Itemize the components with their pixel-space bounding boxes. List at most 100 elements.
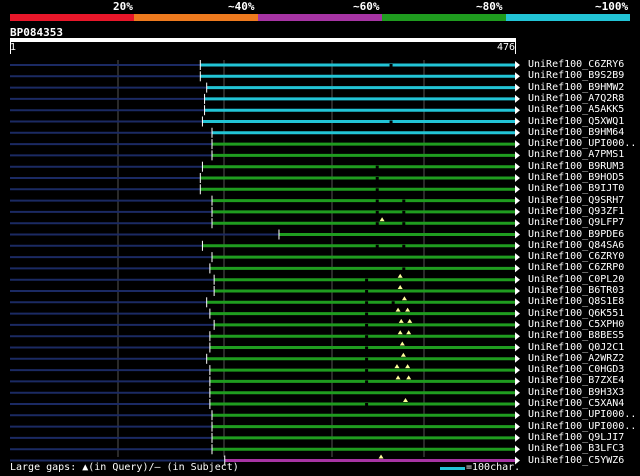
subject-gap-mark xyxy=(365,346,369,350)
hit-label[interactable]: UniRef100_A7Q2R8 xyxy=(528,93,624,104)
hit-end-arrow xyxy=(515,388,520,397)
subject-gap-mark xyxy=(391,301,395,305)
hit-end-arrow xyxy=(515,219,520,228)
hit-label[interactable]: UniRef100_Q9LJI7 xyxy=(528,432,624,443)
hit-label[interactable]: UniRef100_B9PDE6 xyxy=(528,229,624,240)
hit-label[interactable]: UniRef100_B9H3X3 xyxy=(528,387,624,398)
hit-label[interactable]: UniRef100_C6ZRY0 xyxy=(528,251,624,262)
hit-end-arrow xyxy=(515,366,520,375)
hit-label[interactable]: UniRef100_B7ZXE4 xyxy=(528,375,624,386)
hit-label[interactable]: UniRef100_C0HGD3 xyxy=(528,364,624,375)
hit-label[interactable]: UniRef100_C6ZRY6 xyxy=(528,59,624,70)
query-gap-triangle xyxy=(397,285,403,289)
hit-label[interactable]: UniRef100_B9HM64 xyxy=(528,127,624,138)
hit-label[interactable]: UniRef100_C6ZRP0 xyxy=(528,262,624,273)
subject-gap-mark xyxy=(365,357,369,361)
hit-label[interactable]: UniRef100_C0PL20 xyxy=(528,274,624,285)
subject-gap-mark xyxy=(402,222,406,226)
subject-gap-mark xyxy=(365,312,369,316)
hit-end-arrow xyxy=(515,106,520,115)
hit-end-arrow xyxy=(515,309,520,318)
hit-end-arrow xyxy=(515,117,520,126)
hit-end-arrow xyxy=(515,128,520,137)
hit-label[interactable]: UniRef100_A7PMS1 xyxy=(528,149,624,160)
subject-gap-mark xyxy=(365,369,369,373)
query-gap-triangle xyxy=(407,318,413,323)
hit-label[interactable]: UniRef100_Q9SRH7 xyxy=(528,195,624,206)
query-gap-triangle xyxy=(379,217,385,222)
hit-end-arrow xyxy=(515,422,520,431)
hit-label[interactable]: UniRef100_Q84SA6 xyxy=(528,240,624,251)
hit-label[interactable]: UniRef100_UPI000.. xyxy=(528,138,636,149)
hit-end-arrow xyxy=(515,264,520,273)
hit-label[interactable]: UniRef100_B9HMW2 xyxy=(528,82,624,93)
subject-gap-mark xyxy=(375,210,379,214)
subject-gap-mark xyxy=(402,210,406,214)
hit-label[interactable]: UniRef100_B9S2B9 xyxy=(528,70,624,81)
subject-gap-mark xyxy=(389,64,393,67)
hit-end-arrow xyxy=(515,230,520,239)
hit-end-arrow xyxy=(515,185,520,194)
query-gap-triangle xyxy=(406,330,412,335)
hit-label[interactable]: UniRef100_B3LFC3 xyxy=(528,443,624,454)
hit-end-arrow xyxy=(515,343,520,352)
query-gap-triangle xyxy=(397,330,403,335)
hit-end-arrow xyxy=(515,196,520,205)
scale-bar-label: =100char. xyxy=(466,462,521,473)
hit-end-arrow xyxy=(515,400,520,408)
subject-gap-mark xyxy=(365,290,369,293)
hit-end-arrow xyxy=(515,72,520,81)
subject-gap-mark xyxy=(375,222,379,226)
subject-gap-mark xyxy=(375,177,379,180)
hit-label[interactable]: UniRef100_A2WRZ2 xyxy=(528,353,624,364)
hit-label[interactable]: UniRef100_Q6K551 xyxy=(528,308,624,319)
subject-gap-mark xyxy=(389,120,393,124)
hit-label[interactable]: UniRef100_B8BES5 xyxy=(528,330,624,341)
hit-label[interactable]: UniRef100_C5XPH0 xyxy=(528,319,624,330)
query-gap-triangle xyxy=(405,364,411,369)
scale-bar xyxy=(440,467,465,470)
hit-end-arrow xyxy=(515,320,520,329)
hit-end-arrow xyxy=(515,275,520,284)
hit-label[interactable]: UniRef100_B9IJT0 xyxy=(528,183,624,194)
subject-gap-mark xyxy=(365,323,369,327)
hit-end-arrow xyxy=(515,411,520,420)
hit-label[interactable]: UniRef100_B9HOD5 xyxy=(528,172,624,183)
subject-gap-mark xyxy=(375,199,379,203)
hit-label[interactable]: UniRef100_B6TR03 xyxy=(528,285,624,296)
query-gap-triangle xyxy=(397,273,403,278)
hit-end-arrow xyxy=(515,433,520,442)
query-gap-triangle xyxy=(405,307,411,312)
hit-end-arrow xyxy=(515,241,520,250)
hit-label[interactable]: UniRef100_UPI000.. xyxy=(528,409,636,420)
hit-end-arrow xyxy=(515,140,520,149)
hit-end-arrow xyxy=(515,94,520,103)
subject-gap-mark xyxy=(402,199,406,203)
query-gap-triangle xyxy=(395,375,401,380)
hit-label[interactable]: UniRef100_Q5XWQ1 xyxy=(528,116,624,127)
subject-gap-mark xyxy=(365,380,369,384)
query-gap-triangle xyxy=(398,318,404,323)
hit-label[interactable]: UniRef100_A5AKK5 xyxy=(528,104,624,115)
hit-label[interactable]: UniRef100_C5YWZ6 xyxy=(528,455,624,466)
subject-gap-mark xyxy=(375,165,379,169)
subject-gap-mark xyxy=(402,244,406,248)
hit-label[interactable]: UniRef100_Q0J2C1 xyxy=(528,342,624,353)
subject-gap-mark xyxy=(365,301,369,305)
hit-label[interactable]: UniRef100_Q9LFP7 xyxy=(528,217,624,228)
subject-gap-mark xyxy=(402,267,406,271)
hit-label[interactable]: UniRef100_B9RUM3 xyxy=(528,161,624,172)
hit-end-arrow xyxy=(515,61,520,69)
query-gap-triangle xyxy=(394,364,400,369)
hit-label[interactable]: UniRef100_Q93ZF1 xyxy=(528,206,624,217)
hit-end-arrow xyxy=(515,151,520,160)
hit-end-arrow xyxy=(515,377,520,386)
query-gap-triangle xyxy=(402,398,408,402)
query-gap-triangle xyxy=(378,454,384,459)
hit-label[interactable]: UniRef100_UPI000.. xyxy=(528,421,636,432)
hit-end-arrow xyxy=(515,445,520,454)
hit-label[interactable]: UniRef100_Q8S1E8 xyxy=(528,296,624,307)
hit-label[interactable]: UniRef100_C5XAN4 xyxy=(528,398,624,409)
subject-gap-mark xyxy=(365,403,369,406)
subject-gap-mark xyxy=(365,278,369,282)
